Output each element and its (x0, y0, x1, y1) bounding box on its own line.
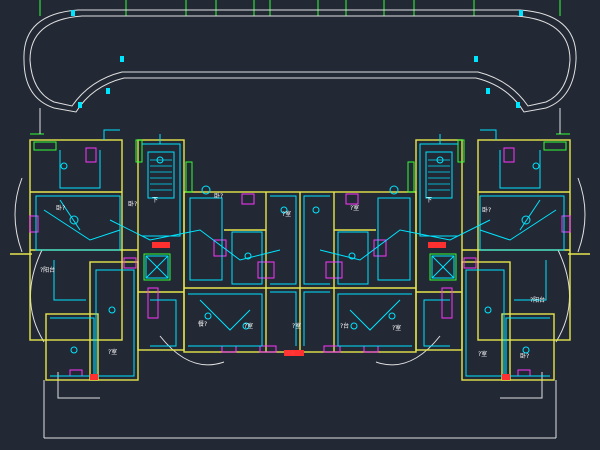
label-room-l5: ?室 (244, 322, 253, 330)
top-grid-ticks (30, 0, 570, 135)
label-balcony-right: ?阳台 (530, 296, 545, 304)
arc-markers (71, 10, 523, 108)
label-stair-right: 下 (426, 197, 432, 204)
label-room-l2: ?室 (292, 322, 301, 330)
label-bedroom-right: 卧? (482, 206, 491, 214)
label-stair-left: 下 (152, 197, 158, 204)
label-bedroom-left: 卧? (56, 204, 65, 212)
label-room-l3: 卧? (128, 200, 137, 208)
label-balcony-left: ?阳台 (40, 266, 55, 274)
label-bedroom-r5: 卧? (520, 352, 529, 360)
label-room-r2: ?台 (340, 322, 349, 330)
stairs (150, 159, 450, 191)
label-bath-left: ?室 (108, 348, 117, 356)
label-hall-left: 餐? (198, 320, 207, 328)
label-marker-bottom: 弱电 (285, 350, 295, 357)
label-hall-right: ?室 (392, 324, 401, 332)
label-bath-right: ?室 (478, 350, 487, 358)
walls (10, 139, 590, 381)
room-labels: ?阳台 ?阳台 卧? 卧? 卧? 卧? ?室 ?室 餐? ?室 ?室 ?室 ?台… (40, 192, 545, 360)
label-room-l4: 卧? (214, 192, 223, 200)
cad-drawing-canvas: ?阳台 ?阳台 卧? 卧? 卧? 卧? ?室 ?室 餐? ?室 ?室 ?室 ?台… (0, 0, 600, 450)
floor-plan-drawing: ?阳台 ?阳台 卧? 卧? 卧? 卧? ?室 ?室 餐? ?室 ?室 ?室 ?台… (10, 0, 590, 439)
label-room-center-l: ?室 (282, 210, 291, 218)
label-room-center-r: ?室 (350, 204, 359, 212)
